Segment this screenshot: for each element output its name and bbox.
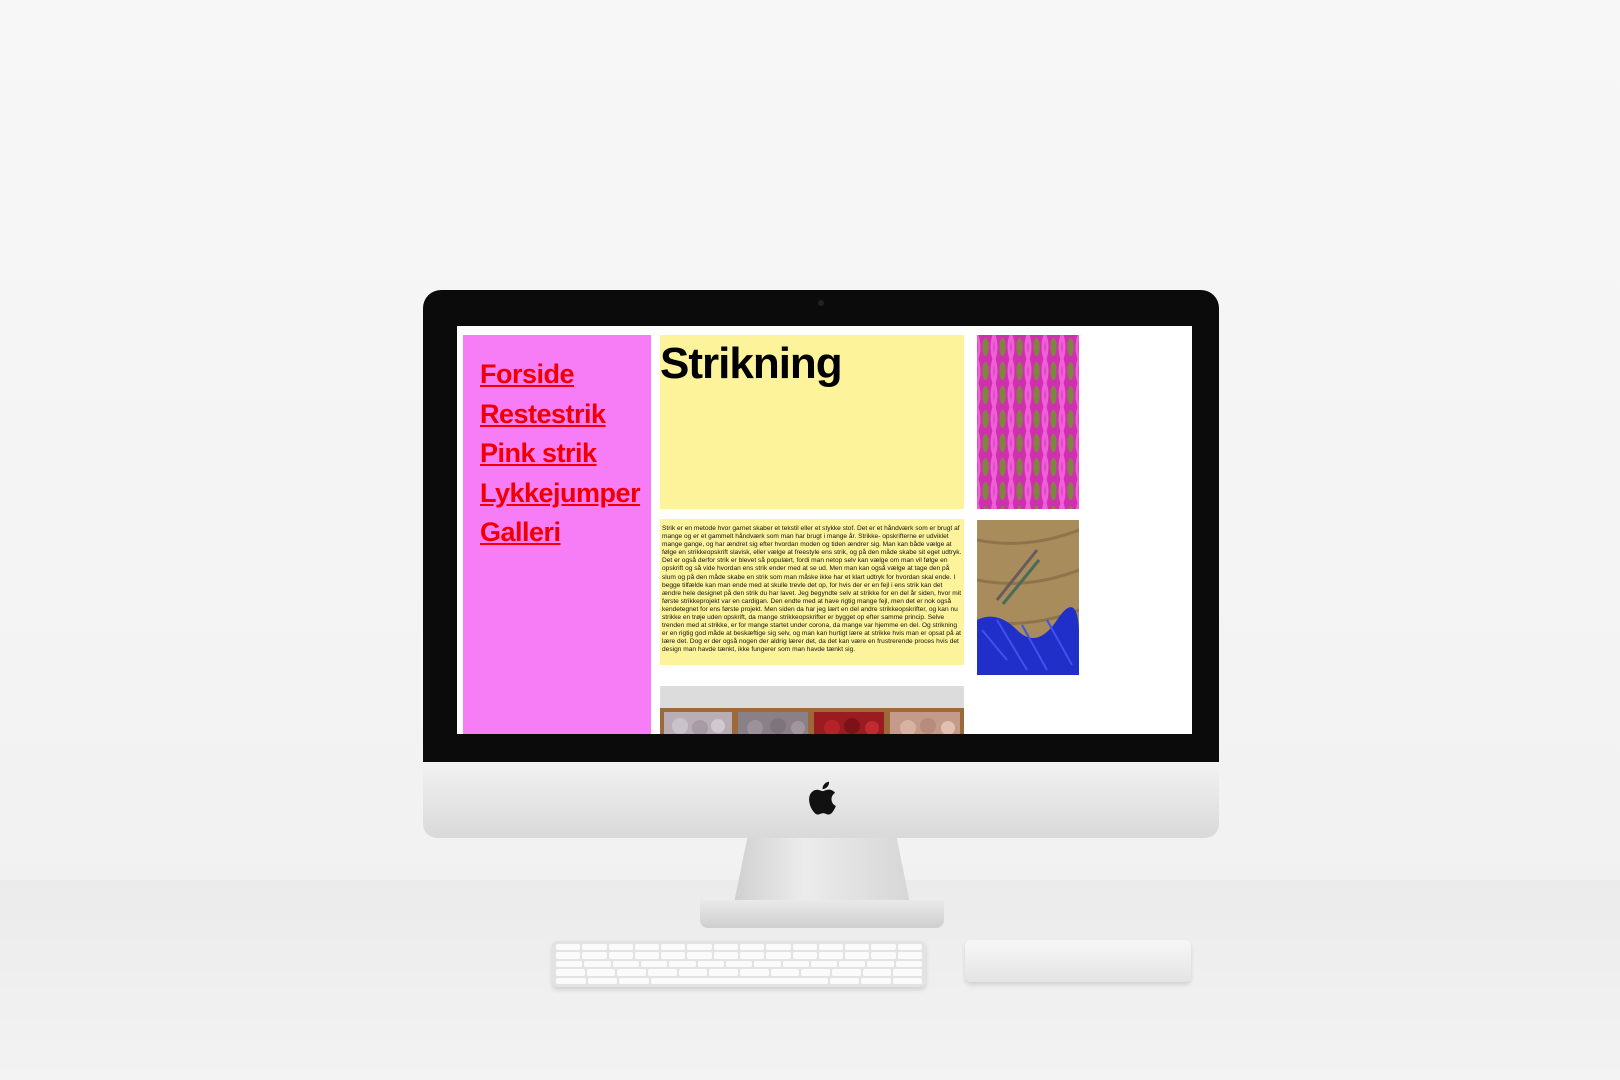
nav-item-pink-strik: Pink strik xyxy=(480,436,651,476)
yarn-shelf-photo xyxy=(660,686,964,734)
nav-item-forside: Forside xyxy=(480,357,651,397)
pink-knit-image xyxy=(977,335,1079,509)
nav-link-restestrik[interactable]: Restestrik xyxy=(480,399,606,429)
nav-item-lykkejumper: Lykkejumper xyxy=(480,476,651,516)
nav-link-lykkejumper[interactable]: Lykkejumper xyxy=(480,478,641,508)
nav-item-restestrik: Restestrik xyxy=(480,397,651,437)
page-title: Strikning xyxy=(660,339,843,388)
yarn-shelf-image xyxy=(660,686,964,734)
nav-link-pink-strik[interactable]: Pink strik xyxy=(480,438,597,468)
title-panel: Strikning xyxy=(660,335,964,509)
pink-knit-photo xyxy=(977,335,1079,509)
nav-item-galleri: Galleri xyxy=(480,515,651,555)
keyboard xyxy=(552,941,926,987)
blue-yarn-image xyxy=(977,520,1079,675)
monitor-stand-foot xyxy=(700,900,944,928)
site-nav: Forside Restestrik Pink strik Lykkejumpe… xyxy=(463,335,651,734)
nav-link-galleri[interactable]: Galleri xyxy=(480,517,561,547)
monitor-chin xyxy=(423,762,1219,838)
article-text: Strik er en metode hvor garnet skaber et… xyxy=(662,525,962,654)
apple-logo-icon xyxy=(809,781,836,815)
trackpad xyxy=(965,940,1191,982)
nav-link-forside[interactable]: Forside xyxy=(480,359,575,389)
blue-yarn-photo xyxy=(977,520,1079,675)
camera-icon xyxy=(818,300,824,306)
browser-screen: Forside Restestrik Pink strik Lykkejumpe… xyxy=(457,326,1192,734)
nav-list: Forside Restestrik Pink strik Lykkejumpe… xyxy=(463,335,651,555)
monitor-stand xyxy=(733,838,911,908)
article-panel: Strik er en metode hvor garnet skaber et… xyxy=(660,519,964,665)
